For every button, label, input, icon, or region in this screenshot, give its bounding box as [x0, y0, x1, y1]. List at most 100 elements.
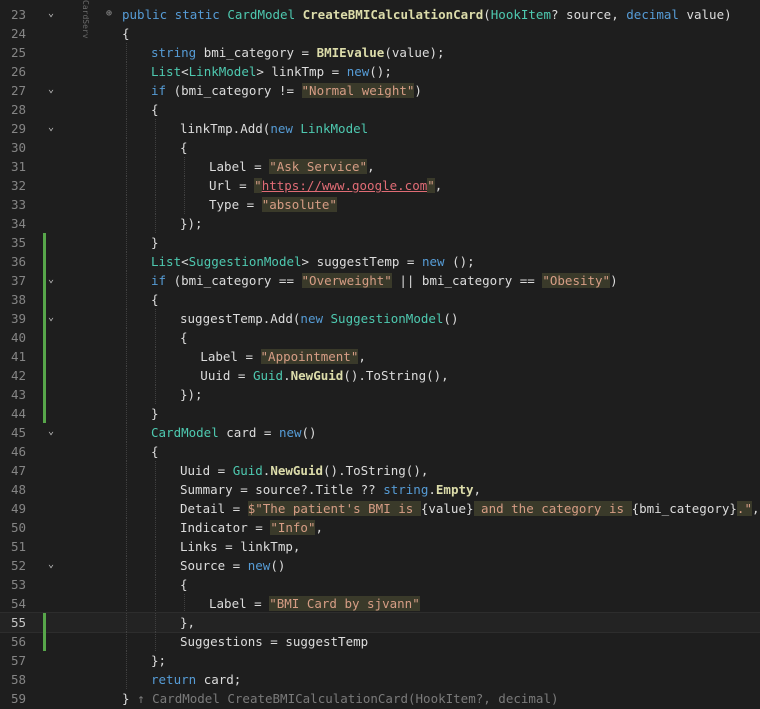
code-line[interactable]: 24 { — [0, 24, 760, 43]
indent-guide — [126, 119, 127, 138]
code-line[interactable]: 23 ⌄ public static CardModel CreateBMICalc… — [0, 5, 760, 24]
change-marker — [43, 613, 46, 632]
code-token: CreateBMICalculationCard — [302, 7, 484, 22]
code-token: (value); — [384, 45, 445, 60]
code-token: . — [283, 368, 291, 383]
code-token: new — [346, 64, 370, 79]
line-number: 28 — [10, 102, 26, 117]
code-line[interactable]: 52 ⌄ Source = new() — [0, 556, 760, 575]
fold-chevron-icon[interactable]: ⌄ — [46, 85, 56, 95]
code-line[interactable]: 50 Indicator = "Info", — [0, 518, 760, 537]
code-text: { — [151, 100, 159, 119]
code-token: } — [151, 235, 159, 250]
code-token: new — [421, 254, 453, 269]
indent-guide — [126, 575, 127, 594]
code-line[interactable]: 31 Label = "Ask Service", — [0, 157, 760, 176]
code-line[interactable]: 35} — [0, 233, 760, 252]
change-marker — [43, 404, 46, 423]
fold-chevron-icon[interactable]: ⌄ — [46, 123, 56, 133]
code-token: , — [751, 501, 760, 516]
code-line[interactable]: 26 List<LinkModel> linkTmp = new(); — [0, 62, 760, 81]
code-token: https://www.google.com — [261, 178, 428, 193]
code-token: "Normal weight" — [301, 83, 415, 98]
code-token: LinkModel — [188, 64, 257, 79]
code-line[interactable]: 27 ⌄ if (bmi_category != "Normal weight") — [0, 81, 760, 100]
code-line[interactable]: 47 Uuid = Guid.NewGuid().ToString(), — [0, 461, 760, 480]
code-line[interactable]: 33 Type = "absolute" — [0, 195, 760, 214]
code-line[interactable]: 48 Summary = source?.Title ?? string.Empt… — [0, 480, 760, 499]
code-line[interactable]: 42 Uuid = Guid.NewGuid().ToString(), — [0, 366, 760, 385]
line-number: 29 — [10, 121, 26, 136]
code-line[interactable]: 53 { — [0, 575, 760, 594]
indent-guide — [155, 347, 156, 366]
code-token: { — [180, 330, 188, 345]
code-line[interactable]: 25 string bmi_category = BMIEvalue(value)… — [0, 43, 760, 62]
indent-guide — [126, 518, 127, 537]
code-line[interactable]: 30 { — [0, 138, 760, 157]
code-line[interactable]: 36 List<SuggestionModel> suggestTemp = ne… — [0, 252, 760, 271]
line-number: 56 — [10, 634, 26, 649]
code-text: Url = "https://www.google.com", — [209, 176, 442, 195]
indent-guide — [155, 195, 156, 214]
code-line[interactable]: 34}); — [0, 214, 760, 233]
code-token: Suggestions = suggestTemp — [180, 634, 369, 649]
line-number: 33 — [10, 197, 26, 212]
code-line[interactable]: 49 Detail = $"The patient's BMI is {value… — [0, 499, 760, 518]
code-line[interactable]: 43}); — [0, 385, 760, 404]
code-token: { — [151, 292, 159, 307]
code-line[interactable]: 46 { — [0, 442, 760, 461]
code-text: }, — [180, 613, 195, 632]
code-text: { — [180, 575, 188, 594]
code-text: List<LinkModel> linkTmp = new(); — [151, 62, 392, 81]
code-token: "Overweight" — [301, 273, 392, 288]
fold-chevron-icon[interactable]: ⌄ — [46, 560, 56, 570]
code-line[interactable]: 56 Suggestions = suggestTemp — [0, 632, 760, 651]
code-token: { — [180, 140, 188, 155]
code-token: Uuid = — [180, 463, 233, 478]
code-line[interactable]: 40 { — [0, 328, 760, 347]
code-line[interactable]: 29 ⌄ linkTmp.Add(new LinkModel — [0, 119, 760, 138]
line-number: 36 — [10, 254, 26, 269]
change-marker — [43, 385, 46, 404]
code-line[interactable]: 44} — [0, 404, 760, 423]
code-line[interactable]: 58 return card; — [0, 670, 760, 689]
indent-guide — [155, 594, 156, 613]
code-token: , — [315, 520, 323, 535]
code-editor[interactable]: CardServ ⊕ 23 ⌄ public static CardModel Cr… — [0, 0, 760, 709]
code-token: "Appointment" — [260, 349, 359, 364]
code-line[interactable]: 45 ⌄ CardModel card = new() — [0, 423, 760, 442]
fold-chevron-icon[interactable]: ⌄ — [46, 313, 56, 323]
code-token: Detail = — [180, 501, 248, 516]
code-token: List — [151, 64, 182, 79]
code-line[interactable]: 32 Url = "https://www.google.com", — [0, 176, 760, 195]
code-text: linkTmp.Add(new LinkModel — [180, 119, 368, 138]
code-token: < — [181, 254, 189, 269]
code-token: NewGuid — [290, 368, 344, 383]
code-token: }, — [180, 615, 196, 630]
code-line[interactable]: 54 Label = "BMI Card by sjvann" — [0, 594, 760, 613]
indent-guide — [184, 594, 185, 613]
fold-chevron-icon[interactable]: ⌄ — [46, 275, 56, 285]
code-line[interactable]: 57}; — [0, 651, 760, 670]
line-number: 40 — [10, 330, 26, 345]
code-token: (bmi_category != — [173, 83, 302, 98]
code-text: { — [151, 442, 159, 461]
code-line[interactable]: 28 { — [0, 100, 760, 119]
code-line[interactable]: 59} ↑ CardModel CreateBMICalculationCard… — [0, 689, 760, 708]
code-line[interactable]: 38 { — [0, 290, 760, 309]
code-line[interactable]: 55}, — [0, 612, 760, 633]
indent-guide — [155, 480, 156, 499]
code-token: {value} — [420, 501, 474, 516]
line-number: 57 — [10, 653, 26, 668]
change-marker — [43, 632, 46, 651]
code-line[interactable]: 39 ⌄ suggestTemp.Add(new SuggestionModel() — [0, 309, 760, 328]
indent-guide — [126, 366, 127, 385]
fold-chevron-icon[interactable]: ⌄ — [46, 9, 56, 19]
code-line[interactable]: 37 ⌄ if (bmi_category == "Overweight" || b… — [0, 271, 760, 290]
fold-chevron-icon[interactable]: ⌄ — [46, 427, 56, 437]
code-line[interactable]: 51 Links = linkTmp, — [0, 537, 760, 556]
code-line[interactable]: 41 Label = "Appointment", — [0, 347, 760, 366]
line-number: 30 — [10, 140, 26, 155]
code-text: Source = new() — [180, 556, 285, 575]
code-token: Guid — [252, 368, 284, 383]
